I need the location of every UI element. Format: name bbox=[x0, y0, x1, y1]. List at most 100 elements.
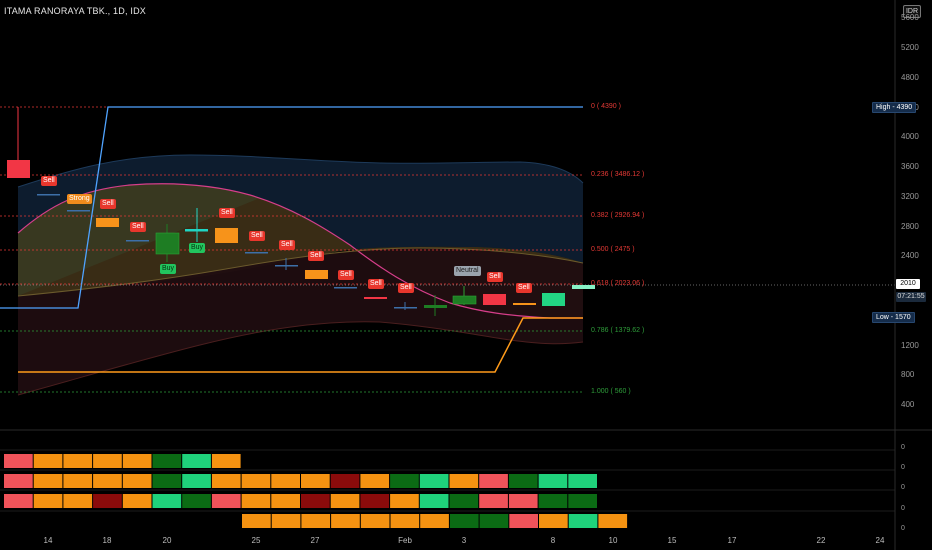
heatmap-cell bbox=[509, 514, 538, 528]
time-tick: 18 bbox=[102, 536, 112, 545]
heatmap-cell bbox=[242, 514, 271, 528]
sell-signal: Sell bbox=[338, 270, 354, 280]
heatmap-cell bbox=[390, 514, 420, 528]
heatmap-cell bbox=[33, 494, 63, 508]
price-tick: 400 bbox=[901, 400, 915, 409]
price-tick: 1200 bbox=[901, 341, 919, 350]
fib-label-0: 0 ( 4390 ) bbox=[591, 103, 621, 110]
heatmap-cell bbox=[122, 494, 152, 508]
heatmap-cell bbox=[419, 494, 449, 508]
heatmap-cell bbox=[539, 514, 568, 528]
heatmap-cell bbox=[301, 494, 330, 508]
heatmap-cell bbox=[122, 474, 152, 488]
heatmap-cell bbox=[508, 494, 538, 508]
heatmap-cell bbox=[93, 474, 122, 488]
signal-heatmap bbox=[4, 454, 628, 528]
heatmap-cell bbox=[508, 474, 538, 488]
sell-signal: Sell bbox=[249, 231, 265, 241]
heatmap-cell bbox=[449, 474, 479, 488]
price-tick: 800 bbox=[901, 370, 915, 379]
time-tick: 25 bbox=[251, 536, 261, 545]
sell-signal: Sell bbox=[130, 222, 146, 232]
time-tick: 3 bbox=[461, 536, 467, 545]
heatmap-cell bbox=[122, 454, 152, 468]
sell-signal: Sell bbox=[368, 279, 384, 289]
heatmap-cell bbox=[152, 454, 182, 468]
fib-label-0786: 0.786 ( 1379.62 ) bbox=[591, 327, 645, 334]
neutral-signal: Neutral bbox=[454, 266, 481, 276]
heatmap-cell bbox=[479, 474, 508, 488]
low-label: Low - 1570 bbox=[872, 312, 915, 323]
heatmap-cell bbox=[449, 494, 479, 508]
time-tick: 8 bbox=[550, 536, 556, 545]
time-tick: Feb bbox=[398, 536, 412, 545]
sell-signal: Sell bbox=[308, 251, 324, 261]
heatmap-cell bbox=[211, 494, 241, 508]
heatmap-cell bbox=[479, 494, 508, 508]
price-tick: 3200 bbox=[901, 192, 919, 201]
heatmap-cell bbox=[182, 474, 211, 488]
subpane-zero-label: 0 bbox=[901, 525, 905, 532]
heatmap-cell bbox=[331, 514, 360, 528]
high-label: High - 4390 bbox=[872, 102, 917, 113]
time-tick: 24 bbox=[875, 536, 885, 545]
heatmap-cell bbox=[93, 494, 122, 508]
heatmap-cell bbox=[360, 494, 390, 508]
heatmap-cell bbox=[271, 514, 301, 528]
heatmap-cell bbox=[360, 514, 390, 528]
time-tick: 10 bbox=[608, 536, 618, 545]
heatmap-cell bbox=[301, 474, 330, 488]
bar-countdown: 07:21:55 bbox=[896, 292, 926, 302]
heatmap-cell bbox=[330, 474, 360, 488]
price-tick: 3600 bbox=[901, 162, 919, 171]
heatmap-cell bbox=[63, 454, 93, 468]
heatmap-cell bbox=[4, 474, 33, 488]
subpane-zero-label: 0 bbox=[901, 464, 905, 471]
time-tick: 15 bbox=[667, 536, 677, 545]
last-price-tag: 2010 bbox=[896, 279, 920, 289]
sell-signal: Sell bbox=[398, 283, 414, 293]
heatmap-cell bbox=[152, 474, 182, 488]
heatmap-cell bbox=[152, 494, 182, 508]
heatmap-cell bbox=[479, 514, 509, 528]
strong-sell-signal: Strong bbox=[67, 194, 92, 204]
heatmap-cell bbox=[63, 494, 93, 508]
time-tick: 17 bbox=[727, 536, 737, 545]
price-tick: 4000 bbox=[901, 132, 919, 141]
heatmap-cell bbox=[241, 494, 271, 508]
subpane-zero-label: 0 bbox=[901, 484, 905, 491]
heatmap-cell bbox=[360, 474, 390, 488]
heatmap-cell bbox=[4, 454, 33, 468]
heatmap-cell bbox=[330, 494, 360, 508]
sell-signal: Sell bbox=[487, 272, 503, 282]
heatmap-cell bbox=[211, 454, 241, 468]
heatmap-cell bbox=[93, 454, 122, 468]
fib-label-0382: 0.382 ( 2926.94 ) bbox=[591, 212, 645, 219]
price-tick: 5200 bbox=[901, 43, 919, 52]
symbol-title[interactable]: ITAMA RANORAYA TBK., 1D, IDX bbox=[4, 6, 146, 16]
sell-signal: Sell bbox=[219, 208, 235, 218]
heatmap-cell bbox=[568, 474, 597, 488]
heatmap-cell bbox=[182, 454, 211, 468]
heatmap-cell bbox=[568, 494, 597, 508]
heatmap-cell bbox=[182, 494, 211, 508]
sell-signal: Sell bbox=[100, 199, 116, 209]
sell-signal: Sell bbox=[279, 240, 295, 250]
price-tick: 5600 bbox=[901, 13, 919, 22]
time-tick: 20 bbox=[162, 536, 172, 545]
heatmap-cell bbox=[4, 494, 33, 508]
sell-signal: Sell bbox=[41, 176, 57, 186]
heatmap-cell bbox=[33, 454, 63, 468]
heatmap-cell bbox=[449, 514, 479, 528]
heatmap-cell bbox=[419, 474, 449, 488]
fib-label-0500: 0.500 ( 2475 ) bbox=[591, 246, 635, 253]
fib-label-0618: 0.618 ( 2023.06 ) bbox=[591, 280, 645, 287]
price-tick: 2400 bbox=[901, 251, 919, 260]
price-tick: 4800 bbox=[901, 73, 919, 82]
buy-signal: Buy bbox=[189, 243, 206, 253]
time-tick: 27 bbox=[310, 536, 320, 545]
price-tick: 2800 bbox=[901, 222, 919, 231]
time-tick: 22 bbox=[816, 536, 826, 545]
heatmap-cell bbox=[420, 514, 449, 528]
subpane-zero-label: 0 bbox=[901, 505, 905, 512]
